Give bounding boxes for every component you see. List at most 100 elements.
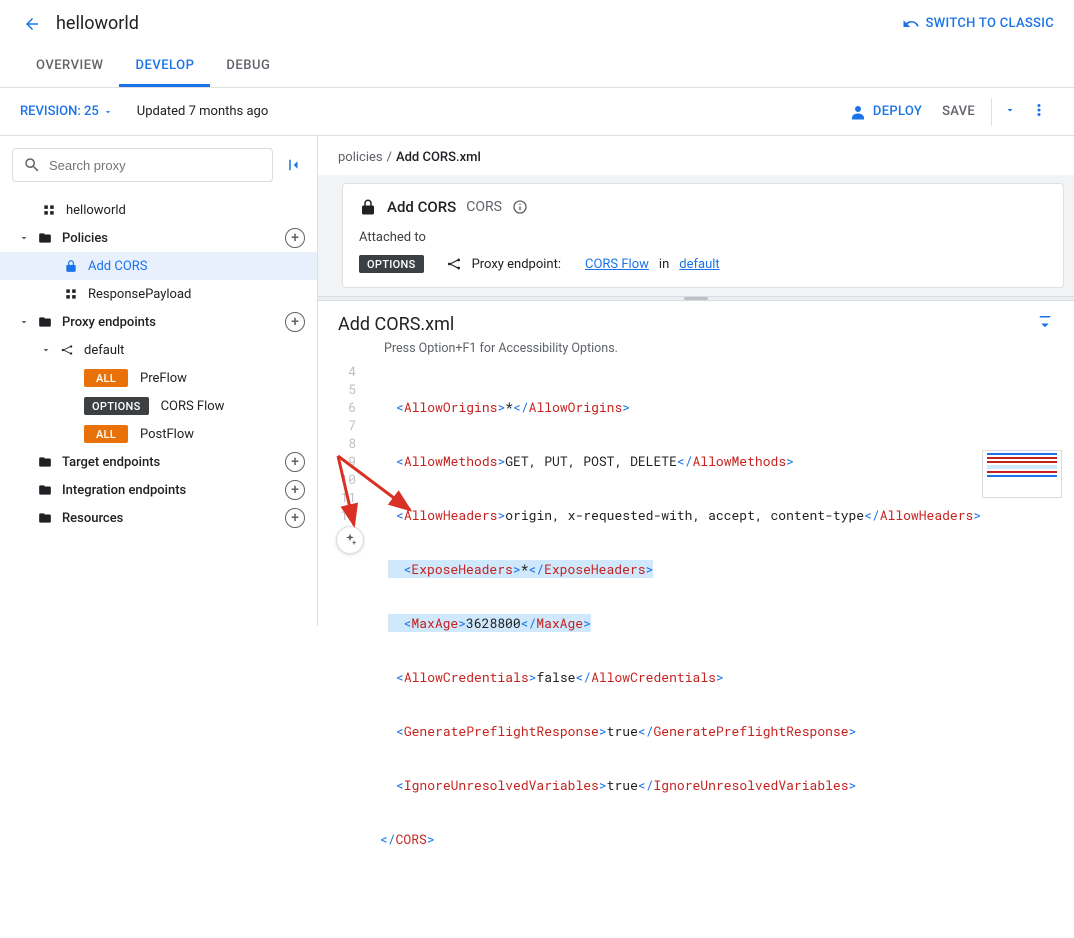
revision-bar: REVISION: 25 Updated 7 months ago DEPLOY…: [0, 88, 1074, 136]
add-resource-button[interactable]: +: [285, 508, 305, 528]
tree-item-response-payload[interactable]: ResponsePayload: [0, 280, 317, 308]
minimap[interactable]: [982, 450, 1062, 498]
switch-to-classic-button[interactable]: SWITCH TO CLASSIC: [902, 15, 1054, 33]
tree-policies-label: Policies: [62, 231, 108, 246]
search-box[interactable]: [12, 148, 273, 182]
page-title: helloworld: [56, 13, 139, 34]
tree-integration-endpoints[interactable]: Integration endpoints +: [0, 476, 317, 504]
deploy-label: DEPLOY: [873, 104, 922, 119]
undo-icon: [902, 15, 920, 33]
collapse-icon: [284, 156, 302, 174]
chevron-down-icon: [16, 316, 32, 328]
accessibility-hint: Press Option+F1 for Accessibility Option…: [318, 341, 1074, 362]
navigation-tree: helloworld Policies + Add CORS ResponseP…: [0, 190, 317, 538]
tree-item-corsflow-label: CORS Flow: [161, 399, 225, 414]
ai-assist-button[interactable]: [336, 526, 364, 554]
search-icon: [23, 156, 41, 174]
method-badge: OPTIONS: [84, 397, 149, 415]
tree-root[interactable]: helloworld: [0, 196, 317, 224]
collapse-down-icon: [1036, 313, 1054, 331]
add-policy-button[interactable]: +: [285, 228, 305, 248]
tree-policies[interactable]: Policies +: [0, 224, 317, 252]
proxy-icon: [40, 203, 58, 217]
breadcrumb: policies / Add CORS.xml: [318, 136, 1074, 175]
details-section: Add CORS CORS Attached to OPTIONS Proxy …: [318, 175, 1074, 296]
tree-proxy-endpoints-label: Proxy endpoints: [62, 315, 156, 330]
breadcrumb-current: Add CORS.xml: [396, 150, 481, 165]
tree-item-preflow-label: PreFlow: [140, 371, 187, 386]
policy-card: Add CORS CORS Attached to OPTIONS Proxy …: [342, 183, 1064, 288]
tree-item-add-cors[interactable]: Add CORS: [0, 252, 317, 280]
deploy-button[interactable]: DEPLOY: [849, 103, 922, 121]
tree-item-add-cors-label: Add CORS: [88, 259, 148, 274]
save-button[interactable]: SAVE: [942, 104, 975, 119]
chevron-down-icon: [1004, 104, 1016, 116]
tree-proxy-endpoints[interactable]: Proxy endpoints +: [0, 308, 317, 336]
folder-icon: [36, 483, 54, 497]
code-line: <MaxAge>3628800</MaxAge>: [372, 614, 1074, 632]
right-pane: policies / Add CORS.xml Add CORS CORS At…: [318, 136, 1074, 626]
code-line: <AllowCredentials>false</AllowCredential…: [372, 668, 1074, 686]
revision-dropdown[interactable]: REVISION: 25: [20, 104, 113, 119]
breadcrumb-sep: /: [387, 150, 392, 165]
tree-item-response-payload-label: ResponsePayload: [88, 287, 191, 302]
code-line: <GeneratePreflightResponse>true</Generat…: [372, 722, 1074, 740]
tree-resources[interactable]: Resources +: [0, 504, 317, 532]
method-badge: OPTIONS: [359, 255, 424, 273]
tree-default-endpoint[interactable]: default: [0, 336, 317, 364]
tree-target-endpoints[interactable]: Target endpoints +: [0, 448, 317, 476]
lock-icon: [62, 259, 80, 273]
tree-item-preflow[interactable]: ALL PreFlow: [0, 364, 317, 392]
default-link[interactable]: default: [679, 257, 719, 272]
collapse-sidebar-button[interactable]: [281, 156, 305, 174]
add-integration-endpoint-button[interactable]: +: [285, 480, 305, 500]
grid-icon: [62, 287, 80, 301]
code-line: [372, 884, 1074, 902]
folder-icon: [36, 315, 54, 329]
arrow-left-icon: [23, 15, 41, 33]
back-button[interactable]: [20, 12, 44, 36]
code-editor[interactable]: 4 5 6 7 8 9 10 11 12 13 <AllowOrigins>*<…: [318, 362, 1074, 938]
tab-overview[interactable]: OVERVIEW: [20, 47, 119, 87]
tab-develop[interactable]: DEVELOP: [119, 47, 210, 87]
editor-header: Add CORS.xml: [318, 301, 1074, 341]
editor-filename: Add CORS.xml: [338, 314, 454, 335]
add-proxy-endpoint-button[interactable]: +: [285, 312, 305, 332]
tree-item-corsflow[interactable]: OPTIONS CORS Flow: [0, 392, 317, 420]
folder-icon: [36, 231, 54, 245]
more-vert-icon: [1030, 101, 1048, 119]
search-input[interactable]: [49, 158, 262, 173]
sparkle-icon: [342, 532, 358, 548]
tree-root-label: helloworld: [66, 203, 126, 218]
method-badge: ALL: [84, 369, 128, 387]
tree-item-postflow[interactable]: ALL PostFlow: [0, 420, 317, 448]
tree-resources-label: Resources: [62, 511, 123, 526]
policy-type: CORS: [466, 199, 502, 215]
switch-to-classic-label: SWITCH TO CLASSIC: [926, 16, 1054, 31]
info-icon[interactable]: [512, 199, 528, 215]
endpoint-icon: [446, 256, 462, 272]
code-line: <AllowOrigins>*</AllowOrigins>: [372, 398, 1074, 416]
method-badge: ALL: [84, 425, 128, 443]
add-target-endpoint-button[interactable]: +: [285, 452, 305, 472]
collapse-editor-button[interactable]: [1036, 313, 1054, 335]
line-gutter: 4 5 6 7 8 9 10 11 12 13: [318, 362, 372, 938]
chevron-down-icon: [38, 344, 54, 356]
tab-debug[interactable]: DEBUG: [210, 47, 286, 87]
cors-flow-link[interactable]: CORS Flow: [585, 257, 649, 272]
tabs-bar: OVERVIEW DEVELOP DEBUG: [0, 48, 1074, 88]
chevron-down-icon: [103, 107, 113, 117]
updated-text: Updated 7 months ago: [137, 104, 269, 119]
code-content[interactable]: <AllowOrigins>*</AllowOrigins> <AllowMet…: [372, 362, 1074, 938]
tree-item-postflow-label: PostFlow: [140, 427, 194, 442]
save-dropdown[interactable]: [1000, 104, 1020, 120]
more-menu-button[interactable]: [1024, 101, 1054, 123]
tree-target-endpoints-label: Target endpoints: [62, 455, 160, 470]
breadcrumb-parent[interactable]: policies: [338, 150, 383, 165]
lock-icon: [359, 198, 377, 216]
code-line: </CORS>: [372, 830, 1074, 848]
tree-integration-endpoints-label: Integration endpoints: [62, 483, 186, 498]
code-line: <AllowHeaders>origin, x-requested-with, …: [372, 506, 1074, 524]
attached-to-row: OPTIONS Proxy endpoint: CORS Flow in def…: [359, 255, 1047, 273]
attached-to-label: Attached to: [359, 230, 1047, 245]
